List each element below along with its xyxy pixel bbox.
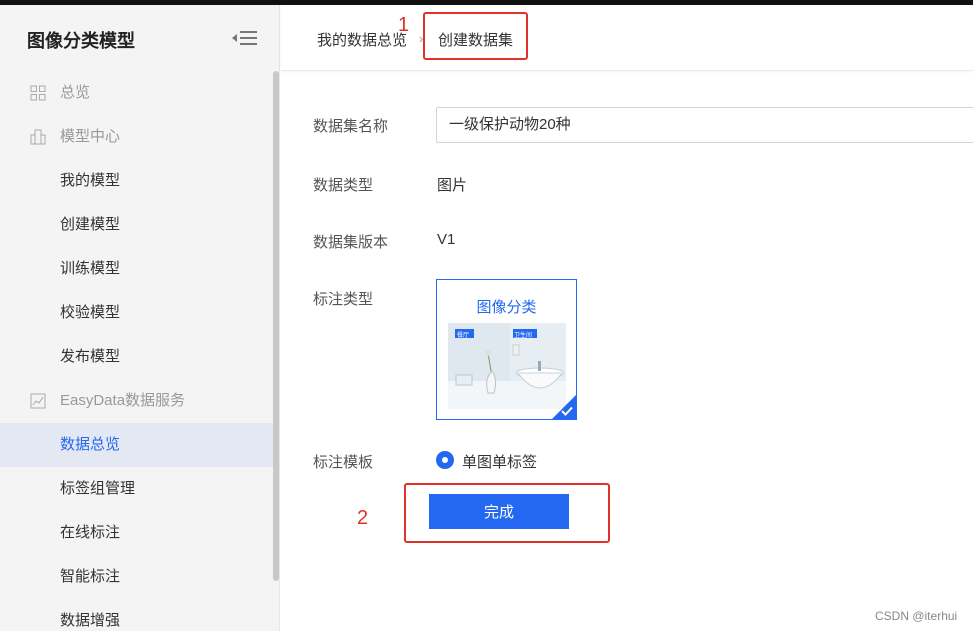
annotation-number-2: 2 [357,507,369,529]
dataset-version-label: 数据集版本 [313,234,389,251]
annotation-template-label: 标注模板 [313,454,374,471]
sidebar-nav: 总览 模型中心 我的模型 创建模型 训练模型 校验模型 发布模型 EasyDat… [0,71,273,631]
sidebar-item-smart-annotation[interactable]: 智能标注 [0,555,273,599]
sidebar-item-label: 模型中心 [60,128,121,145]
sidebar-item-label: 智能标注 [60,568,121,585]
template-radio-label[interactable]: 单图单标签 [462,451,537,472]
app-title: 图像分类模型 [27,31,135,51]
sidebar-item-model-center[interactable]: 模型中心 [0,115,273,159]
dataset-name-label: 数据集名称 [313,118,389,135]
data-type-value: 图片 [437,177,468,194]
sidebar-item-label: 发布模型 [60,348,121,365]
sidebar-item-my-models[interactable]: 我的模型 [0,159,273,203]
data-type-label: 数据类型 [313,177,374,194]
dataset-name-input[interactable]: 一级保护动物20种 [436,107,973,143]
chart-line-icon [30,393,46,409]
page-header: 我的数据总览 › 创建数据集 [281,5,973,71]
dataset-version-value: V1 [437,231,456,248]
sidebar-item-label: 我的模型 [60,172,121,189]
sidebar-item-publish-model[interactable]: 发布模型 [0,335,273,379]
watermark: CSDN @iterhui [875,609,958,623]
template-radio-single-image-single-label[interactable] [436,451,454,469]
annotation-type-card-image-classification[interactable]: 图像分类 餐厅 卫生间 [436,279,577,420]
checkmark-icon [561,406,573,416]
sidebar: 图像分类模型 总览 模型中心 我的模型 创建模型 训练模型 校验模型 发布模型 … [0,5,280,631]
sidebar-item-validate-model[interactable]: 校验模型 [0,291,273,335]
annotation-box-1 [423,12,528,60]
sidebar-item-create-model[interactable]: 创建模型 [0,203,273,247]
annotation-number-1: 1 [398,14,410,36]
sidebar-item-label: 数据总览 [60,436,121,453]
sidebar-item-label: 在线标注 [60,524,121,541]
sidebar-item-label: 校验模型 [60,304,121,321]
collapse-menu-icon[interactable] [232,30,258,46]
sidebar-item-data-overview[interactable]: 数据总览 [0,423,273,467]
annotation-card-title: 图像分类 [476,299,537,316]
annotation-type-label: 标注类型 [313,291,374,308]
sidebar-item-label: 数据增强 [60,612,121,629]
sidebar-item-label: EasyData数据服务 [60,392,186,409]
building-icon [30,129,46,145]
sidebar-item-overview[interactable]: 总览 [0,71,273,115]
breadcrumb-parent-link[interactable]: 我的数据总览 [317,29,407,50]
sidebar-scrollbar[interactable] [273,71,279,581]
grid-icon [30,85,46,101]
card-tag-bathroom: 卫生间 [514,333,533,339]
sidebar-item-label: 总览 [60,84,91,101]
sidebar-item-label: 创建模型 [60,216,121,233]
sidebar-item-data-augmentation[interactable]: 数据增强 [0,599,273,631]
sidebar-item-label: 标签组管理 [60,480,136,497]
sidebar-item-train-model[interactable]: 训练模型 [0,247,273,291]
sidebar-item-label-groups[interactable]: 标签组管理 [0,467,273,511]
done-button[interactable]: 完成 [429,494,569,529]
sidebar-item-easydata[interactable]: EasyData数据服务 [0,379,273,423]
card-tag-restaurant: 餐厅 [457,333,470,339]
sidebar-item-label: 训练模型 [60,260,121,277]
sidebar-item-online-annotation[interactable]: 在线标注 [0,511,273,555]
